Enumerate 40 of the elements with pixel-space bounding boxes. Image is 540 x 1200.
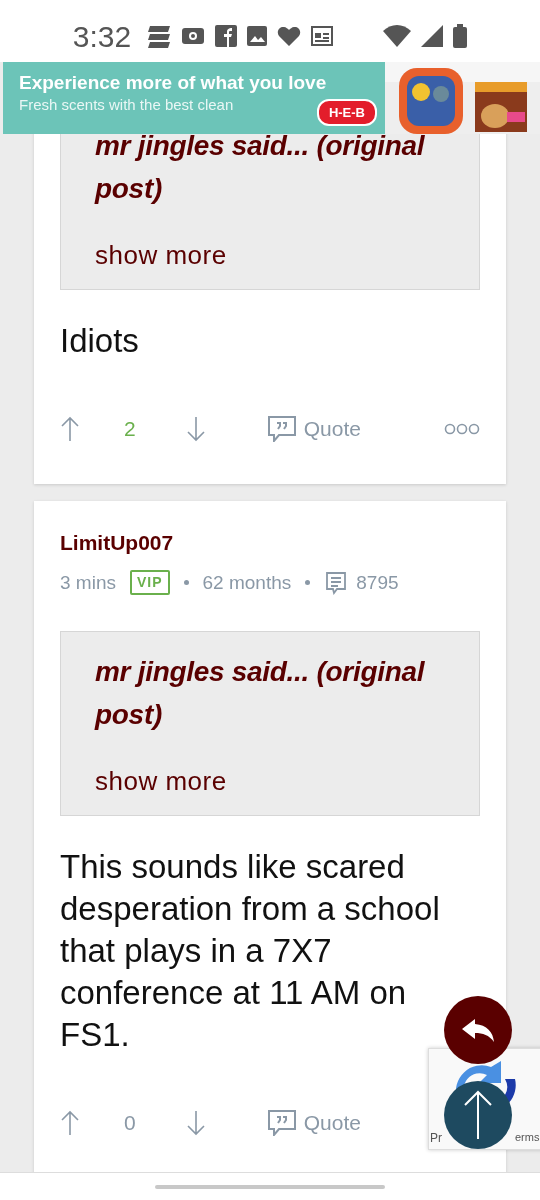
username[interactable]: LimitUp007 [60,501,480,559]
notification-icon [147,24,172,48]
quote-icon [267,1110,296,1136]
facebook-icon [215,25,238,47]
upvote-icon[interactable] [60,1110,80,1136]
ad-headline: Experience more of what you love [19,72,327,94]
vote-score: 0 [124,1110,136,1137]
quote-title: mr jingles said... (original post) [95,655,426,732]
post-body: Idiots [60,321,140,361]
ad-logo: H-E-B [316,98,377,126]
post-count: 8795 [356,570,399,595]
vip-badge: VIP [129,570,170,596]
battery-icon [453,24,468,48]
ad-subline: Fresh scents with the best clean [19,95,234,115]
member-tenure: 62 months [202,570,292,595]
arrow-up-icon [463,1090,493,1140]
downvote-icon[interactable] [185,1110,206,1136]
ad-banner[interactable]: Experience more of what you love Fresh scents with the best clean H-E-B [3,62,385,134]
comment-icon [324,570,349,595]
post-time: 3 mins [60,570,116,595]
downvote-icon[interactable] [185,416,206,442]
quote-icon [267,416,296,442]
privacy-link[interactable]: Pr [430,1129,442,1147]
show-more-link[interactable]: show more [95,236,227,275]
newspaper-icon [311,25,334,47]
show-more-link[interactable]: show more [95,762,227,801]
image-icon [247,26,268,46]
separator-dot [305,580,311,586]
wifi-icon [383,25,412,47]
upvote-icon[interactable] [60,416,80,442]
vote-score: 2 [124,416,136,443]
post-body: This sounds like scared desperation from a school that plays in a 7X7 conference at 11 AM on FS1. [60,847,441,1055]
radio-icon [181,26,206,46]
separator-dot [183,580,189,586]
heart-icon [277,25,302,47]
reply-icon [461,1017,495,1043]
terms-link[interactable]: erms [515,1129,540,1146]
signal-icon [421,25,444,47]
more-icon[interactable] [444,423,480,435]
clock-time: 3:32 [72,18,132,55]
